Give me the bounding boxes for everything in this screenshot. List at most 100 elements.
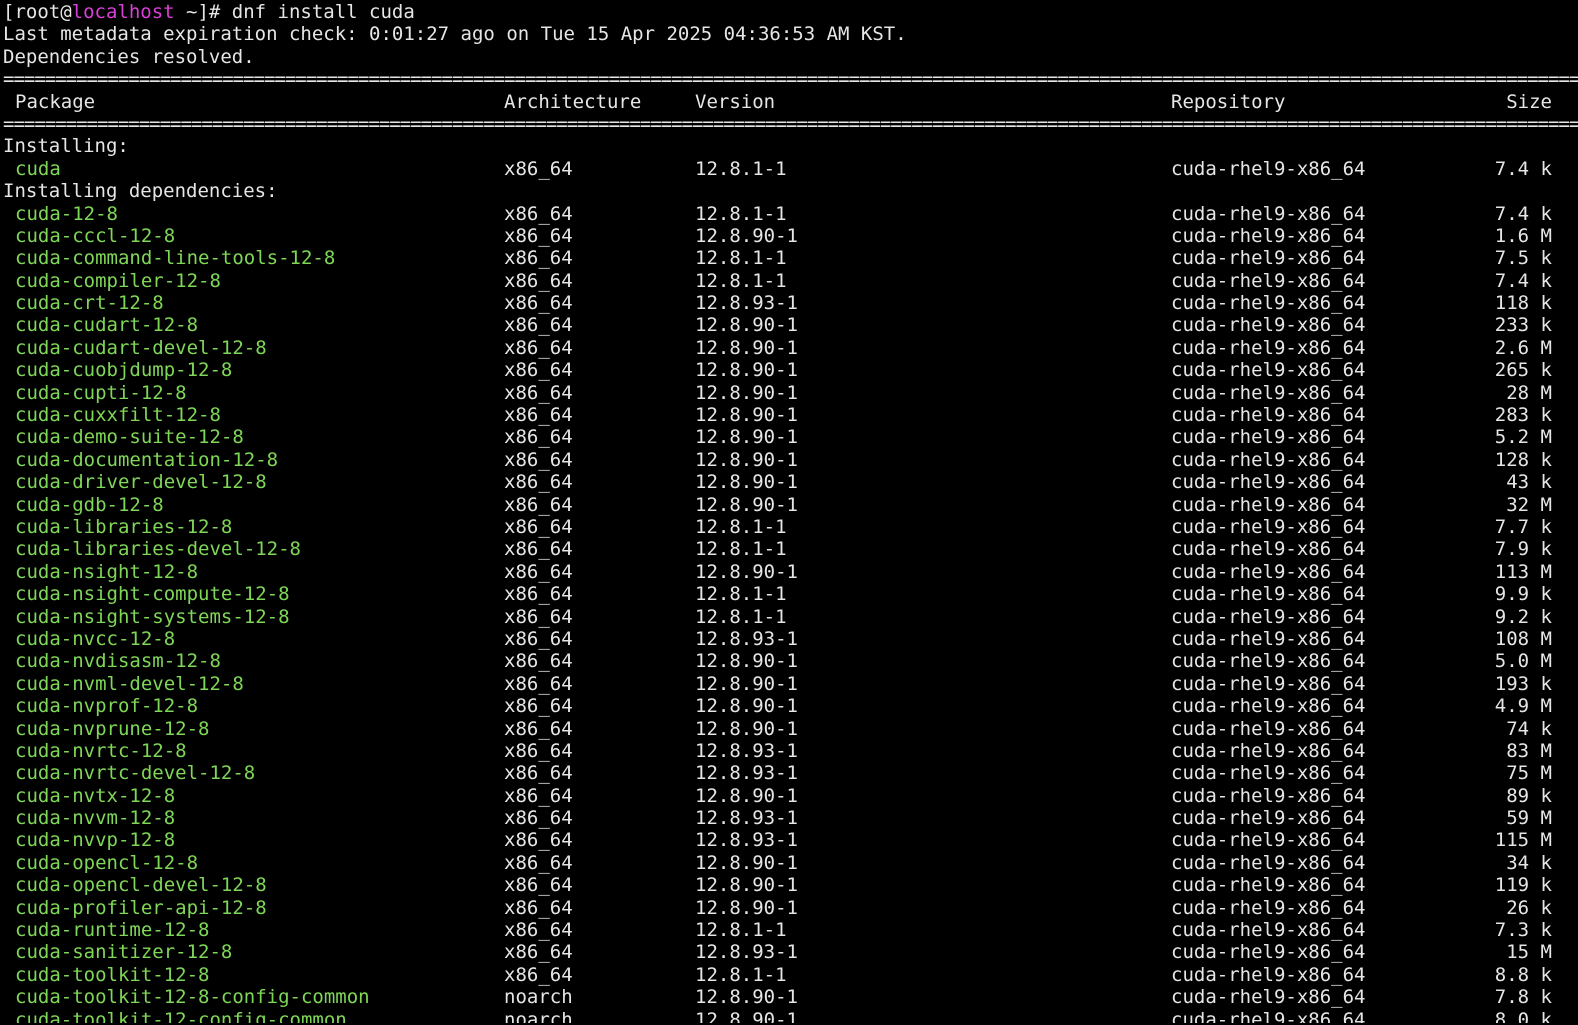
- package-version: 12.8.1-1: [695, 202, 787, 225]
- package-size: 113 M: [1494, 560, 1552, 583]
- package-repository: cuda-rhel9-x86_64: [1171, 650, 1366, 673]
- package-version: 12.8.1-1: [695, 583, 787, 606]
- package-architecture: x86_64: [504, 583, 573, 606]
- metadata-line: Last metadata expiration check: 0:01:27 …: [3, 23, 907, 46]
- package-repository: cuda-rhel9-x86_64: [1171, 896, 1366, 919]
- package-name: cuda-nvvp-12-8: [15, 829, 176, 852]
- package-name: cuda-sanitizer-12-8: [15, 941, 233, 964]
- package-version: 12.8.93-1: [695, 292, 798, 315]
- package-row: cuda-toolkit-12-config-common noarch 12.8.…: [0, 1009, 1578, 1023]
- package-repository: cuda-rhel9-x86_64: [1171, 269, 1366, 292]
- package-repository: cuda-rhel9-x86_64: [1171, 247, 1366, 270]
- package-repository: cuda-rhel9-x86_64: [1171, 807, 1366, 830]
- package-repository: cuda-rhel9-x86_64: [1171, 784, 1366, 807]
- separator-bottom: ========================================…: [3, 112, 1578, 135]
- package-name: cuda-libraries-devel-12-8: [15, 538, 301, 561]
- package-name: cuda-opencl-devel-12-8: [15, 874, 267, 897]
- package-repository: cuda-rhel9-x86_64: [1171, 874, 1366, 897]
- package-name: cuda-nvdisasm-12-8: [15, 650, 221, 673]
- package-repository: cuda-rhel9-x86_64: [1171, 627, 1366, 650]
- package-name: cuda-nvrtc-devel-12-8: [15, 762, 256, 785]
- package-row: cuda-nsight-12-8 x86_64 12.8.90-1 cuda-rhel…: [0, 561, 1578, 583]
- package-row: cuda-compiler-12-8 x86_64 12.8.1-1 cuda-rhe…: [0, 270, 1578, 292]
- package-architecture: x86_64: [504, 919, 573, 942]
- package-repository: cuda-rhel9-x86_64: [1171, 695, 1366, 718]
- package-version: 12.8.90-1: [695, 896, 798, 919]
- package-size: 43 k: [1506, 471, 1552, 494]
- package-name: cuda-nvprune-12-8: [15, 717, 210, 740]
- package-row: cuda-crt-12-8 x86_64 12.8.93-1 cuda-rhel9-x…: [0, 292, 1578, 314]
- package-row: cuda-opencl-devel-12-8 x86_64 12.8.90-1 cud…: [0, 874, 1578, 896]
- package-row: cuda-12-8 x86_64 12.8.1-1 cuda-rhel9-x86_64…: [0, 203, 1578, 225]
- package-architecture: x86_64: [504, 941, 573, 964]
- package-architecture: x86_64: [504, 247, 573, 270]
- installing-list: cuda x86_64 12.8.1-1 cuda-rhel9-x86_64 7.4 k: [0, 158, 1578, 180]
- package-architecture: x86_64: [504, 829, 573, 852]
- package-architecture: x86_64: [504, 762, 573, 785]
- package-repository: cuda-rhel9-x86_64: [1171, 560, 1366, 583]
- package-architecture: x86_64: [504, 493, 573, 516]
- package-name: cuda-toolkit-12-8: [15, 963, 210, 986]
- package-size: 115 M: [1494, 829, 1552, 852]
- package-name: cuda-cudart-12-8: [15, 314, 199, 337]
- package-version: 12.8.90-1: [695, 1008, 798, 1023]
- dependencies-resolved-line: Dependencies resolved.: [3, 45, 255, 68]
- package-row: cuda-sanitizer-12-8 x86_64 12.8.93-1 cuda-r…: [0, 941, 1578, 963]
- package-architecture: x86_64: [504, 157, 573, 180]
- package-repository: cuda-rhel9-x86_64: [1171, 292, 1366, 315]
- package-size: 7.3 k: [1494, 919, 1552, 942]
- package-name: cuda-opencl-12-8: [15, 851, 199, 874]
- package-architecture: x86_64: [504, 739, 573, 762]
- package-row: cuda-nvml-devel-12-8 x86_64 12.8.90-1 cuda-…: [0, 673, 1578, 695]
- package-name: cuda-nsight-12-8: [15, 560, 199, 583]
- package-row: cuda-cuobjdump-12-8 x86_64 12.8.90-1 cuda-r…: [0, 359, 1578, 381]
- package-row: cuda-driver-devel-12-8 x86_64 12.8.90-1 cud…: [0, 471, 1578, 493]
- package-version: 12.8.90-1: [695, 784, 798, 807]
- package-version: 12.8.93-1: [695, 807, 798, 830]
- package-architecture: x86_64: [504, 426, 573, 449]
- package-name: cuda-nsight-compute-12-8: [15, 583, 290, 606]
- package-size: 2.6 M: [1494, 336, 1552, 359]
- package-row: cuda-nvtx-12-8 x86_64 12.8.90-1 cuda-rhel9-…: [0, 785, 1578, 807]
- package-size: 59 M: [1506, 807, 1552, 830]
- package-size: 7.4 k: [1494, 269, 1552, 292]
- package-name: cuda-nvcc-12-8: [15, 627, 176, 650]
- package-name: cuda-driver-devel-12-8: [15, 471, 267, 494]
- package-size: 5.2 M: [1494, 426, 1552, 449]
- header-architecture: Architecture: [504, 90, 642, 113]
- package-version: 12.8.90-1: [695, 672, 798, 695]
- package-size: 119 k: [1494, 874, 1552, 897]
- package-repository: cuda-rhel9-x86_64: [1171, 224, 1366, 247]
- terminal-window[interactable]: [root@localhost ~]# dnf install cuda Las…: [0, 0, 1578, 1025]
- package-row: cuda-command-line-tools-12-8 x86_64 12.8.1…: [0, 247, 1578, 269]
- package-version: 12.8.90-1: [695, 493, 798, 516]
- package-architecture: x86_64: [504, 538, 573, 561]
- package-version: 12.8.90-1: [695, 874, 798, 897]
- package-row: cuda-nsight-compute-12-8 x86_64 12.8.1-1 cu…: [0, 583, 1578, 605]
- package-version: 12.8.90-1: [695, 717, 798, 740]
- package-row: cuda-cupti-12-8 x86_64 12.8.90-1 cuda-rhel9…: [0, 382, 1578, 404]
- package-size: 283 k: [1494, 404, 1552, 427]
- package-repository: cuda-rhel9-x86_64: [1171, 605, 1366, 628]
- package-architecture: noarch: [504, 1008, 573, 1023]
- package-size: 75 M: [1506, 762, 1552, 785]
- package-architecture: x86_64: [504, 605, 573, 628]
- package-repository: cuda-rhel9-x86_64: [1171, 829, 1366, 852]
- package-name: cuda-nvrtc-12-8: [15, 739, 187, 762]
- package-version: 12.8.1-1: [695, 247, 787, 270]
- package-version: 12.8.1-1: [695, 157, 787, 180]
- package-size: 1.6 M: [1494, 224, 1552, 247]
- package-version: 12.8.1-1: [695, 269, 787, 292]
- package-repository: cuda-rhel9-x86_64: [1171, 762, 1366, 785]
- package-name: cuda-libraries-12-8: [15, 515, 233, 538]
- package-size: 193 k: [1494, 672, 1552, 695]
- package-architecture: x86_64: [504, 650, 573, 673]
- table-header-row: Package Architecture Version Repository …: [0, 91, 1578, 113]
- package-row: cuda x86_64 12.8.1-1 cuda-rhel9-x86_64 7.4 k: [0, 158, 1578, 180]
- package-size: 7.4 k: [1494, 157, 1552, 180]
- package-row: cuda-nvdisasm-12-8 x86_64 12.8.90-1 cuda-rh…: [0, 650, 1578, 672]
- package-version: 12.8.1-1: [695, 919, 787, 942]
- package-architecture: x86_64: [504, 448, 573, 471]
- package-repository: cuda-rhel9-x86_64: [1171, 202, 1366, 225]
- package-row: cuda-nvvm-12-8 x86_64 12.8.93-1 cuda-rhel9-…: [0, 807, 1578, 829]
